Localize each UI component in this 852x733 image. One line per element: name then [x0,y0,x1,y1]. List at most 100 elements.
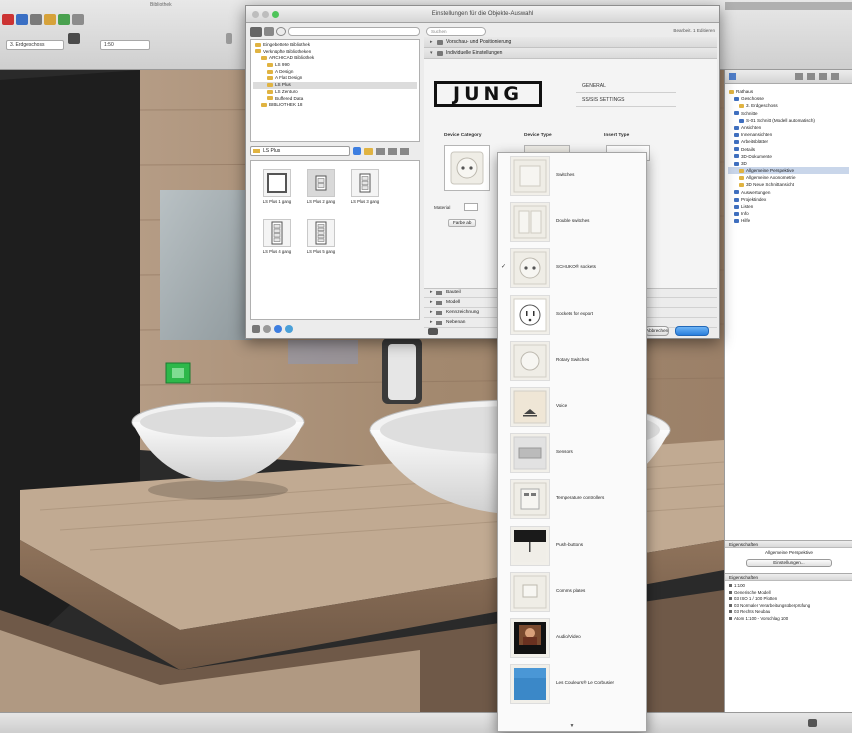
library-search-input[interactable] [288,27,420,36]
project-map-icon[interactable] [729,73,736,80]
navigator-item[interactable]: Projektindex [728,196,849,203]
navigator-item[interactable]: S-01 Schnitt (Modell automatisch) [728,117,849,124]
device-menu-item[interactable]: Push-buttons [498,523,646,569]
library-item[interactable]: LS Plus 5 gang [299,219,343,254]
door-tool-icon[interactable] [44,14,56,25]
navigator-item[interactable]: Details [728,146,849,153]
layer-dropdown[interactable]: 3. Erdgeschoss [6,40,64,50]
library-tree-item[interactable]: ARCHICAD Bibliothek [253,55,417,62]
library-tree-label: LS 990 [275,62,290,68]
device-menu-item[interactable]: Audio/Video [498,615,646,661]
folder-icon[interactable] [364,147,373,155]
publisher-icon[interactable] [819,73,827,80]
library-manager-icon[interactable] [250,26,262,37]
section-custom-settings[interactable]: ▾ Individuelle Einstellungen [424,48,717,59]
property-row[interactable]: Atom 1:100 - Vorschlag 100 [729,616,849,623]
marquee-tool-icon[interactable] [16,14,28,25]
structure-display-icon[interactable] [226,33,232,44]
preview-view-icon[interactable] [400,147,409,155]
pen-set-icon[interactable] [68,33,80,44]
device-menu-item[interactable]: Comms plates [498,569,646,615]
navigator-item-label: Rathaus [736,89,754,94]
ok-button[interactable] [675,326,709,336]
navigator-item[interactable]: Arbeitsblätter [728,138,849,145]
device-category-picker[interactable] [444,145,490,191]
navigator-item[interactable]: Innenansichten [728,131,849,138]
device-menu-item[interactable]: Double switches [498,199,646,245]
navigator-item[interactable]: Schnitte [728,110,849,117]
device-menu-item[interactable]: Les Couleurs® Le Corbusier [498,661,646,707]
device-menu-item[interactable]: Sockets for export [498,292,646,338]
navigator-item[interactable]: Ansichten [728,124,849,131]
library-tree-item[interactable]: LS Zenturo [253,89,417,96]
library-item[interactable]: LS Plus 4 gang [255,219,299,254]
section-preview[interactable]: ▸ Vorschau- und Positionierung [424,37,717,48]
arrow-tool-icon[interactable] [2,14,14,25]
settings-button[interactable]: Einstellungen... [746,559,832,567]
navigator-item[interactable]: 3. Erdgeschoss [728,102,849,109]
navigator-item[interactable]: Rathaus [728,88,849,95]
panel-toggle-icon[interactable] [725,2,852,10]
navigator-item[interactable]: Allgemeine Perspektive [728,167,849,175]
info-icon[interactable] [274,325,282,333]
view-map-icon[interactable] [795,73,803,80]
device-menu-item[interactable]: ✓ SCHUKO® sockets [498,245,646,291]
cancel-button[interactable]: Abbrechen [645,326,669,336]
library-tree-item[interactable]: Buffered Data [253,96,417,103]
navigator-item[interactable]: 3D-Dokumente [728,153,849,160]
wall-tool-icon[interactable] [30,14,42,25]
list-view-icon[interactable] [376,147,385,155]
preview-section-icon [437,40,443,45]
scale-field[interactable]: 1:50 [100,40,150,50]
more-tools-icon[interactable] [72,14,84,25]
organizer-icon[interactable] [831,73,839,80]
scroll-down-arrow-icon[interactable]: ▼ [498,721,646,731]
navigator-item[interactable]: Listen [728,203,849,210]
globe-icon[interactable] [285,325,293,333]
library-tree-item[interactable]: LS Plus [253,82,417,89]
library-folder-select[interactable]: LS Plus [250,146,350,156]
library-tree-item[interactable]: LS 990 [253,62,417,69]
device-menu-item[interactable]: Switches [498,153,646,199]
minimize-window-icon[interactable] [262,11,269,18]
device-menu-item[interactable]: Rotary Switches [498,338,646,384]
library-item[interactable]: LS Plus 1 gang [255,169,299,204]
navigator-item[interactable]: Hilfe [728,217,849,224]
navigator-item[interactable]: Geschosse [728,95,849,102]
zoom-icon[interactable] [808,719,817,727]
settings-search-input[interactable]: Suchen [426,27,486,36]
device-menu-item[interactable]: Sensors [498,430,646,476]
search-icon[interactable] [276,27,286,36]
library-item[interactable]: LS Plus 3 gang [343,169,387,204]
zoom-window-icon[interactable] [272,11,279,18]
library-tree-item[interactable]: A Design [253,69,417,76]
tile-view-icon[interactable] [388,147,397,155]
color-button[interactable]: Farbe ab [448,219,477,227]
library-tree-item[interactable]: A Flat Design [253,75,417,82]
grid-view-icon[interactable] [264,27,274,36]
device-menu-label: Temperature controllers [556,495,605,501]
tools-icon[interactable] [252,325,260,333]
navigator-item[interactable]: Auswertungen [728,189,849,196]
navigator-item[interactable]: Allgemeine Axonometrie [728,174,849,181]
device-menu-item[interactable]: Temperature controllers [498,476,646,522]
library-tree-item[interactable]: Verknüpfte Bibliotheken [253,49,417,56]
library-tree-item[interactable]: Eingebettete Bibliothek [253,42,417,49]
navigator-item-label: Schnitte [741,110,758,116]
library-item[interactable]: LS Plus 2 gang [299,169,343,204]
window-tool-icon[interactable] [58,14,70,25]
folder-select-arrow-icon[interactable] [353,147,361,155]
close-window-icon[interactable] [252,11,259,18]
view-icon [734,190,739,195]
library-tree-item[interactable]: BIBLIOTHEK 18 [253,102,417,109]
section-label: Bauteil [446,290,461,295]
toolbar-tab[interactable]: Bibliothek [150,2,172,8]
navigator-item[interactable]: 3D [728,160,849,167]
navigator-item[interactable]: Info [728,210,849,217]
material-field[interactable] [464,203,478,211]
navigator-item[interactable]: 3D Neue Schnittansicht [728,181,849,188]
device-menu-label: Switches [556,172,575,177]
search-library-icon[interactable] [263,325,271,333]
layout-book-icon[interactable] [807,73,815,80]
device-menu-item[interactable]: Voice [498,384,646,430]
